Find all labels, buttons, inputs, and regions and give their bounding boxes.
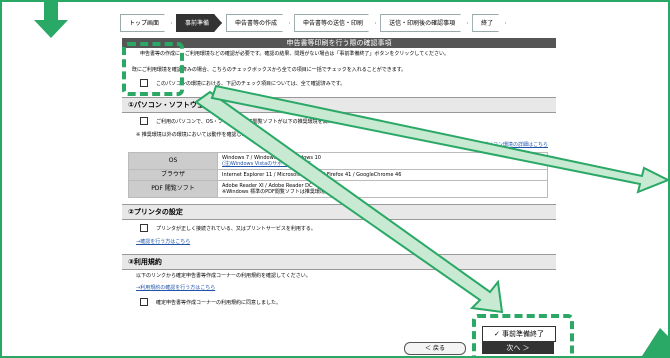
annotation-arrows [34,2,668,356]
corner-arrow-icon [642,328,668,356]
down-arrow-icon [34,2,68,38]
screen-frame: トップ画面 事前準備 申告書等の作成 申告書等の送信・印刷 送信・印刷後の確認事… [0,0,670,358]
right-arrow-icon [210,84,668,194]
